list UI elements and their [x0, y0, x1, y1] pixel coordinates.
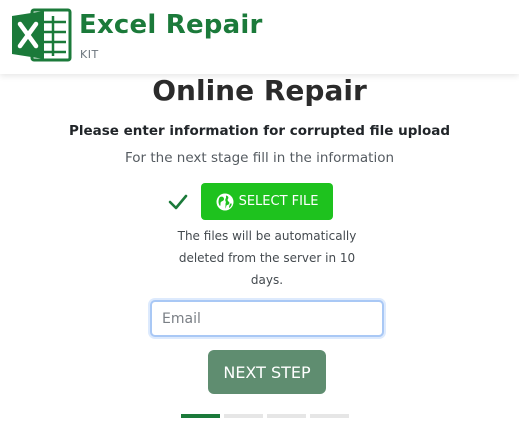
progress-step-4: [310, 414, 349, 418]
next-step-button[interactable]: NEXT STEP: [208, 350, 326, 394]
select-file-button[interactable]: SELECT FILE: [201, 183, 333, 220]
select-file-label: SELECT FILE: [238, 194, 319, 209]
progress-step-3: [267, 414, 306, 418]
progress-step-1: [181, 414, 220, 418]
retention-note: The files will be automatically deleted …: [177, 229, 357, 287]
instruction-text: For the next stage fill in the informati…: [124, 150, 395, 166]
page-subtitle: Please enter information for corrupted f…: [68, 123, 451, 139]
header: Excel Repair KIT: [0, 0, 519, 74]
excel-icon: [12, 8, 72, 62]
email-field[interactable]: [150, 300, 384, 337]
page-title: Online Repair: [152, 74, 367, 107]
brand-name: Excel Repair: [79, 10, 263, 40]
progress-step-2: [224, 414, 263, 418]
step-progress: [181, 414, 351, 419]
check-icon: [168, 194, 188, 210]
globe-icon: [216, 193, 234, 210]
brand-subtitle: KIT: [80, 48, 99, 61]
